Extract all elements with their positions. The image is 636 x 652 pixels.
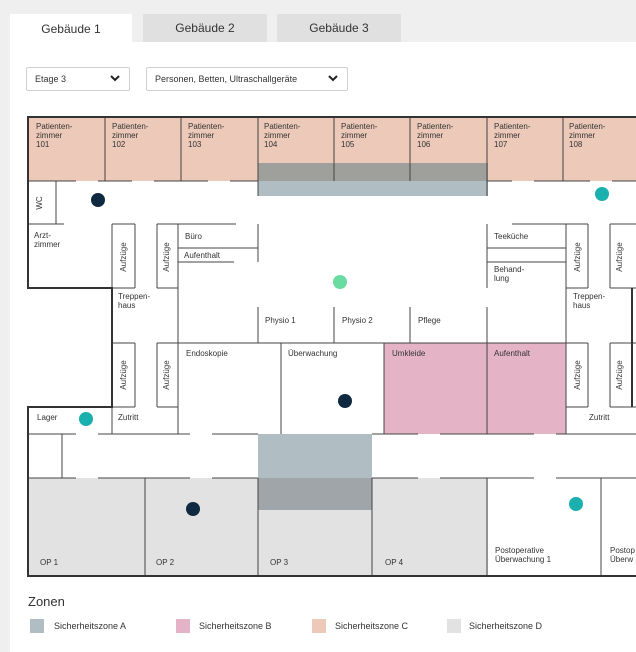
room-label: Umkleide	[392, 349, 426, 358]
zone-d-swatch	[447, 619, 461, 633]
zone-overlap-op3	[258, 478, 372, 510]
zone-b-swatch	[176, 619, 190, 633]
room-label: OP 3	[270, 558, 289, 567]
zone-a-corridor	[258, 181, 488, 196]
room-label: OP 1	[40, 558, 59, 567]
device-filter-value: Personen, Betten, Ultraschallgeräte	[155, 74, 298, 84]
room-label: Überwachung	[288, 349, 337, 358]
room-label: Postoperative Überwachung 1	[495, 546, 552, 564]
tab-gebaeude-2[interactable]: Gebäude 2	[143, 14, 267, 42]
device-filter-select[interactable]: Personen, Betten, Ultraschallgeräte	[146, 67, 348, 91]
room-label: Büro	[185, 232, 202, 241]
room-label: Treppen-haus	[573, 292, 606, 310]
zone-a-swatch	[30, 619, 44, 633]
room-label: Aufenthalt	[494, 349, 531, 358]
legend-label: Sicherheitszone C	[335, 621, 409, 631]
floor-select-value: Etage 3	[35, 74, 67, 84]
room-label: Arzt-zimmer	[34, 231, 61, 249]
room-label: Behand-lung	[494, 265, 525, 283]
legend-label: Sicherheitszone D	[469, 621, 543, 631]
room-label: Treppen-haus	[118, 292, 151, 310]
marker-mint[interactable]	[333, 275, 347, 289]
zone-overlap-strip	[258, 163, 488, 181]
marker-teal[interactable]	[79, 412, 93, 426]
room-label: Postop Überw	[610, 546, 635, 564]
zone-c-swatch	[312, 619, 326, 633]
room-label: Zutritt	[118, 413, 139, 422]
chevron-down-icon	[328, 75, 338, 82]
room-label: Endoskopie	[186, 349, 228, 358]
room-label: Aufzüge	[573, 242, 582, 272]
room-label: Pflege	[418, 316, 441, 325]
marker-teal[interactable]	[595, 187, 609, 201]
room-label: Physio 2	[342, 316, 373, 325]
marker-dark[interactable]	[338, 394, 352, 408]
floor-plan: Patienten-zimmer 101 Patienten-zimmer 102 …	[27, 116, 636, 577]
room-label: Physio 1	[265, 316, 296, 325]
zone-fills	[28, 117, 636, 576]
legend-label: Sicherheitszone A	[54, 621, 127, 631]
room-label: Aufzüge	[162, 242, 171, 272]
marker-dark[interactable]	[91, 193, 105, 207]
room-label: Aufzüge	[615, 360, 624, 390]
tab-gebaeude-1[interactable]: Gebäude 1	[10, 14, 132, 44]
tab-gebaeude-3[interactable]: Gebäude 3	[277, 14, 401, 42]
room-label: OP 4	[385, 558, 404, 567]
room-label: WC	[35, 196, 44, 210]
marker-dark[interactable]	[186, 502, 200, 516]
room-label: Zutritt	[589, 413, 610, 422]
legend-item-zone-b: Sicherheitszone B	[176, 619, 272, 633]
room-label: Lager	[37, 413, 58, 422]
legend-label: Sicherheitszone B	[199, 621, 272, 631]
legend-item-zone-a: Sicherheitszone A	[30, 619, 126, 633]
room-label: Aufzüge	[615, 242, 624, 272]
room-label: OP 2	[156, 558, 175, 567]
floor-select[interactable]: Etage 3	[26, 67, 130, 91]
legend-title: Zonen	[28, 594, 65, 609]
room-label: Aufenthalt	[184, 251, 221, 260]
marker-teal[interactable]	[569, 497, 583, 511]
room-label: Teeküche	[494, 232, 529, 241]
room-label: Aufzüge	[162, 360, 171, 390]
room-label: Aufzüge	[573, 360, 582, 390]
legend-item-zone-c: Sicherheitszone C	[312, 619, 408, 633]
legend-item-zone-d: Sicherheitszone D	[447, 619, 542, 633]
room-label: Aufzüge	[119, 360, 128, 390]
chevron-down-icon	[110, 75, 120, 82]
zone-a-op-corridor	[258, 434, 372, 478]
room-label: Aufzüge	[119, 242, 128, 272]
